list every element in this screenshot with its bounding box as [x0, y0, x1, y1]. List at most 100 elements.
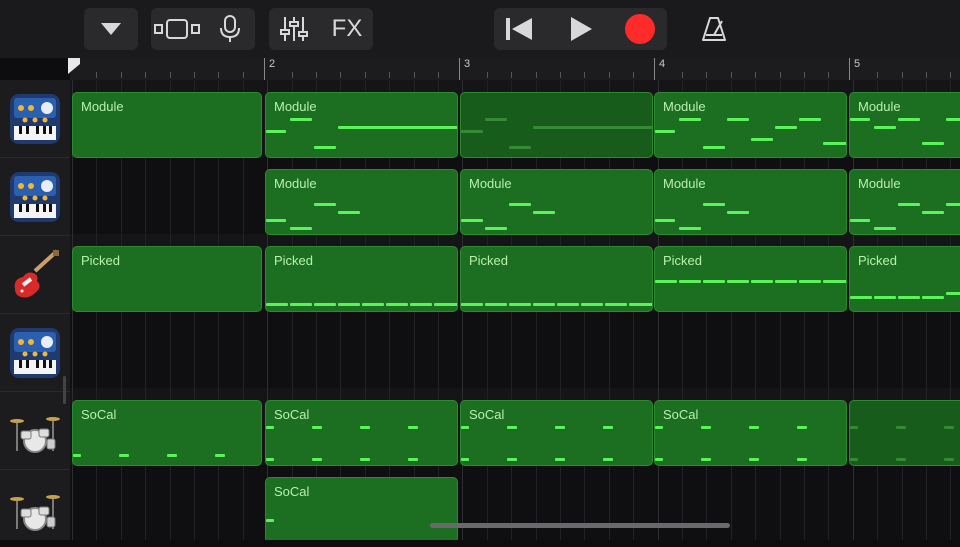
midi-note — [898, 296, 920, 299]
mixer-button[interactable] — [269, 8, 319, 50]
ruler-tick — [486, 72, 488, 78]
resize-handle[interactable] — [63, 376, 66, 404]
region[interactable]: SoCal — [654, 400, 847, 466]
ruler-tick — [291, 72, 293, 78]
midi-note — [408, 426, 418, 429]
midi-note — [461, 130, 483, 133]
region[interactable]: Picked — [849, 246, 960, 312]
home-indicator[interactable] — [430, 523, 730, 528]
track-header[interactable] — [0, 236, 70, 313]
fx-button[interactable]: FX — [321, 8, 373, 50]
midi-note — [314, 303, 336, 306]
region[interactable]: Picked — [72, 246, 262, 312]
region[interactable]: Picked — [654, 246, 847, 312]
region[interactable]: Module — [265, 169, 458, 235]
timeline-ruler[interactable]: 2 3 4 5 — [68, 58, 960, 81]
midi-note — [727, 118, 749, 121]
region-label: Module — [663, 176, 706, 191]
tracks-area[interactable]: Module Module Module Module Module Modul… — [70, 80, 960, 540]
ruler-tick — [950, 72, 952, 78]
midi-note — [850, 458, 858, 461]
ruler-tick — [608, 72, 610, 78]
ruler-tick — [145, 72, 147, 78]
midi-note — [73, 454, 81, 457]
ruler-tick — [511, 72, 513, 78]
bar-line — [459, 58, 460, 80]
region[interactable] — [460, 92, 653, 158]
midi-note — [461, 303, 483, 306]
region[interactable]: Module — [849, 92, 960, 158]
midi-note — [874, 296, 896, 299]
region[interactable]: Module — [460, 169, 653, 235]
midi-note — [850, 219, 870, 222]
region[interactable]: Module — [72, 92, 262, 158]
midi-note — [874, 227, 896, 230]
region[interactable]: Module — [265, 92, 458, 158]
region[interactable] — [849, 400, 960, 466]
midi-note — [944, 426, 954, 429]
record-button[interactable] — [615, 8, 665, 50]
track-header[interactable] — [0, 158, 70, 235]
dropdown-button[interactable] — [84, 8, 138, 50]
track-headers — [0, 80, 71, 540]
track-header[interactable] — [0, 314, 70, 391]
record-icon — [625, 14, 655, 44]
region[interactable]: Module — [849, 169, 960, 235]
bar-line — [849, 58, 850, 80]
region[interactable]: Picked — [265, 246, 458, 312]
midi-note — [557, 303, 579, 306]
midi-note — [850, 296, 872, 299]
ruler-tick — [340, 72, 342, 78]
region[interactable]: Picked — [460, 246, 653, 312]
midi-note — [850, 118, 870, 121]
midi-note — [679, 227, 701, 230]
play-button[interactable] — [556, 8, 606, 50]
midi-note — [461, 219, 483, 222]
midi-note — [360, 426, 370, 429]
midi-note — [655, 219, 675, 222]
region-label: Module — [469, 176, 512, 191]
ruler-tick — [438, 72, 439, 78]
track-header[interactable] — [0, 470, 70, 547]
ruler-tick — [730, 72, 732, 78]
region[interactable]: SoCal — [265, 400, 458, 466]
midi-note — [360, 458, 370, 461]
playhead-icon[interactable] — [68, 58, 80, 74]
bar-number: 4 — [659, 58, 666, 70]
midi-note — [119, 454, 129, 457]
midi-note — [603, 426, 613, 429]
midi-note — [290, 303, 312, 306]
microphone-icon — [220, 15, 240, 42]
track-lane[interactable] — [70, 465, 960, 540]
midi-note — [751, 280, 773, 283]
ruler-tick — [877, 72, 879, 78]
ruler-tick — [120, 72, 122, 78]
track-header[interactable] — [0, 392, 70, 469]
region[interactable]: SoCal — [265, 477, 458, 540]
region[interactable]: SoCal — [72, 400, 262, 466]
track-lane[interactable] — [70, 311, 960, 388]
synth-keyboard-icon — [10, 171, 60, 222]
region-label: SoCal — [274, 484, 310, 499]
track-header[interactable] — [0, 80, 70, 157]
midi-note — [555, 426, 565, 429]
rewind-button[interactable] — [494, 8, 544, 50]
microphone-button[interactable] — [205, 8, 255, 50]
region[interactable]: Module — [654, 92, 847, 158]
region-label: Module — [274, 176, 317, 191]
browser-view-button[interactable] — [151, 8, 203, 50]
midi-note — [946, 118, 960, 121]
midi-note — [775, 126, 797, 129]
metronome-button[interactable] — [689, 8, 739, 50]
midi-note — [727, 280, 749, 283]
ruler-tick — [218, 72, 220, 78]
midi-note — [507, 426, 517, 429]
control-bar: FX — [0, 0, 960, 58]
region[interactable]: Module — [654, 169, 847, 235]
midi-note — [605, 303, 627, 306]
midi-note — [701, 426, 711, 429]
midi-note — [799, 118, 821, 121]
region[interactable]: SoCal — [460, 400, 653, 466]
midi-note — [507, 458, 517, 461]
midi-note — [823, 280, 846, 283]
